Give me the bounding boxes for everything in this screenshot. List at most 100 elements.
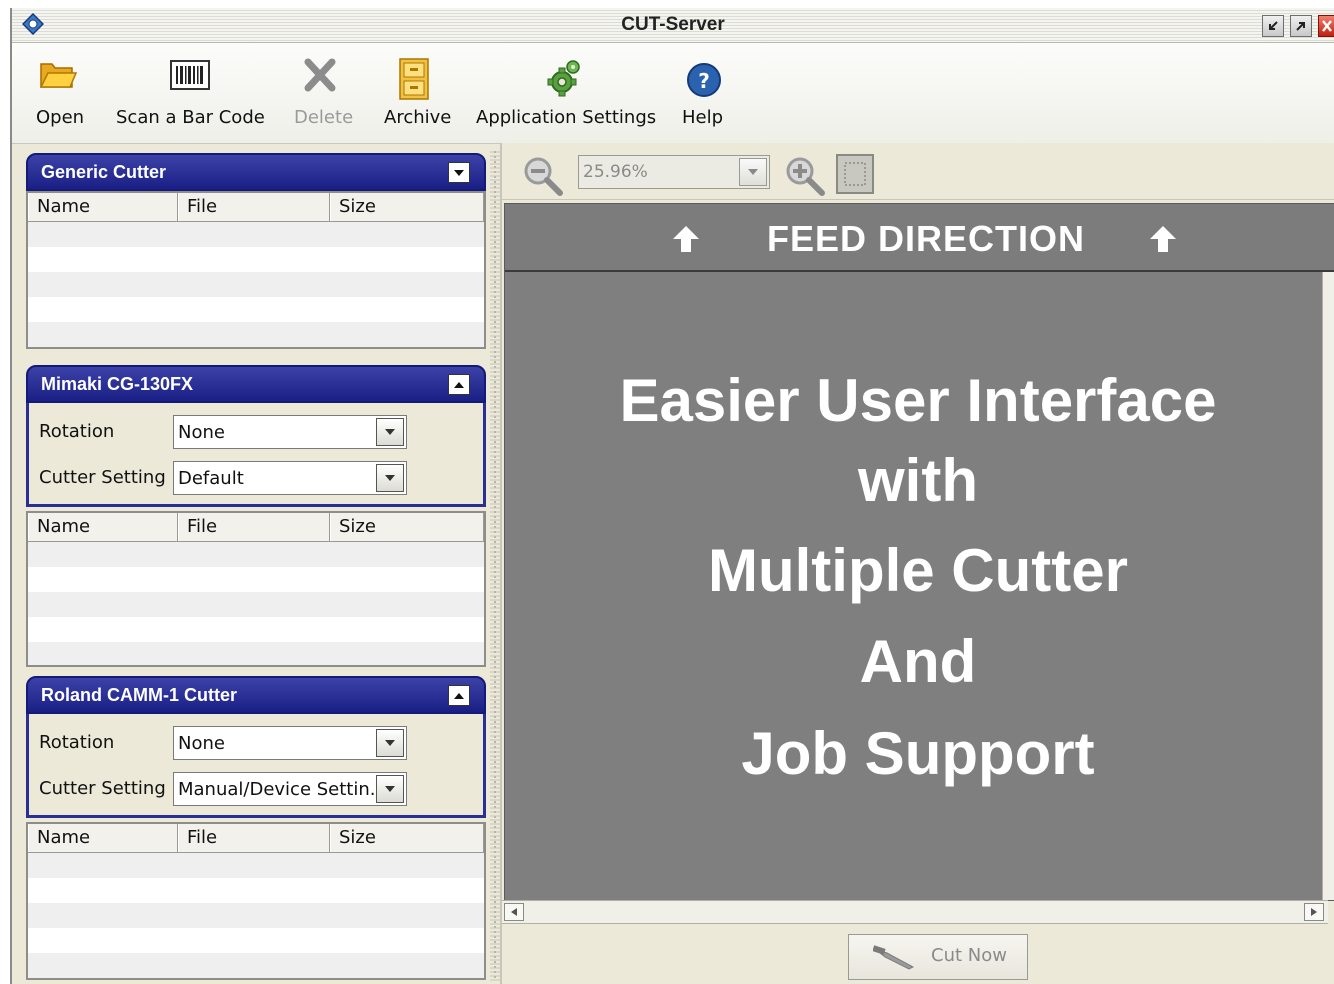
table-row (28, 878, 484, 903)
open-label: Open (36, 107, 85, 128)
table-row (28, 617, 484, 642)
column-header-size[interactable]: Size (330, 193, 484, 221)
open-button[interactable]: Open (26, 43, 96, 143)
rotation-select[interactable]: None (173, 415, 407, 449)
archive-cabinet-icon (392, 58, 436, 100)
chevron-down-icon[interactable] (376, 775, 404, 803)
cut-now-label: Cut Now (931, 945, 1007, 966)
title-bar[interactable]: CUT-Server (12, 8, 1334, 43)
chevron-down-icon (454, 169, 464, 176)
app-window: CUT-Server Open Scan a Bar Code Delete A… (10, 8, 1334, 984)
scroll-left-button[interactable] (504, 903, 524, 921)
headline-line: Easier User Interface (619, 367, 1217, 434)
preview-panel: 25.96% FEED DIRECTION Easier User Interf… (500, 143, 1334, 984)
table-row (28, 322, 484, 347)
cutter-name: Roland CAMM-1 Cutter (41, 685, 237, 705)
chevron-left-icon (511, 908, 517, 916)
column-header-name[interactable]: Name (28, 513, 178, 541)
table-row (28, 642, 484, 665)
vertical-scrollbar[interactable] (1322, 272, 1334, 900)
cut-now-button[interactable]: Cut Now (848, 934, 1028, 980)
fit-page-icon[interactable] (836, 154, 874, 194)
rotation-value: None (178, 422, 225, 443)
chevron-down-icon[interactable] (376, 418, 404, 446)
column-header-file[interactable]: File (178, 193, 330, 221)
help-button[interactable]: ? Help (676, 43, 736, 143)
cutter-setting-row: Cutter Setting Manual/Device Settin... (39, 772, 479, 806)
cutter-header-generic[interactable]: Generic Cutter (26, 153, 486, 191)
zoom-out-icon[interactable] (522, 155, 566, 197)
preview-canvas[interactable]: FEED DIRECTION Easier User Interface wit… (504, 203, 1334, 901)
cutter-blade-icon (873, 945, 915, 970)
collapse-button[interactable] (448, 374, 470, 395)
column-header-size[interactable]: Size (330, 513, 484, 541)
horizontal-scrollbar[interactable] (502, 900, 1328, 924)
cutter-setting-label: Cutter Setting (39, 778, 166, 799)
table-row (28, 297, 484, 322)
column-header-name[interactable]: Name (28, 193, 178, 221)
headline-line: with (858, 447, 978, 514)
window-title: CUT-Server (621, 14, 725, 35)
table-row (28, 903, 484, 928)
maximize-button[interactable] (1290, 15, 1312, 37)
chevron-up-icon (454, 692, 464, 699)
delete-label: Delete (294, 107, 354, 128)
panel-splitter[interactable] (490, 151, 500, 981)
zoom-in-icon[interactable] (784, 155, 828, 197)
arrow-up-icon (1150, 226, 1176, 252)
table-row (28, 567, 484, 592)
svg-text:?: ? (698, 69, 710, 93)
chevron-right-icon (1311, 908, 1317, 916)
headline-line: Job Support (741, 720, 1095, 787)
cutter-list-panel: Generic Cutter Name File Size Mimaki CG-… (26, 151, 488, 981)
chevron-down-icon[interactable] (376, 729, 404, 757)
column-header-name[interactable]: Name (28, 824, 178, 852)
table-row (28, 853, 484, 878)
expand-button[interactable] (448, 162, 470, 183)
help-icon: ? (682, 58, 726, 98)
cutter-setting-row: Cutter Setting Default (39, 461, 479, 495)
table-row (28, 222, 484, 247)
column-header-file[interactable]: File (178, 513, 330, 541)
scan-barcode-button[interactable]: Scan a Bar Code (116, 43, 266, 143)
cutter-name: Generic Cutter (41, 162, 167, 182)
cutter-setting-select[interactable]: Default (173, 461, 407, 495)
table-header: Name File Size (28, 824, 484, 853)
gear-icon (542, 58, 586, 98)
rotation-value: None (178, 733, 225, 754)
feed-direction-label: FEED DIRECTION (767, 218, 1086, 259)
cutter-setting-select[interactable]: Manual/Device Settin... (173, 772, 407, 806)
chevron-down-icon[interactable] (376, 464, 404, 492)
cutter-header-roland[interactable]: Roland CAMM-1 Cutter (26, 676, 486, 714)
minimize-button[interactable] (1262, 15, 1284, 37)
table-row (28, 953, 484, 978)
delete-button[interactable]: Delete (292, 43, 362, 143)
table-row (28, 542, 484, 567)
folder-open-icon (36, 58, 80, 98)
table-row (28, 928, 484, 953)
job-table-mimaki[interactable]: Name File Size (26, 511, 486, 667)
archive-button[interactable]: Archive (380, 43, 460, 143)
cutter-settings-mimaki: Rotation None Cutter Setting Default (26, 403, 486, 507)
cutter-header-mimaki[interactable]: Mimaki CG-130FX (26, 365, 486, 403)
zoom-toolbar: 25.96% (502, 143, 1334, 200)
job-table-generic[interactable]: Name File Size (26, 191, 486, 349)
column-header-file[interactable]: File (178, 824, 330, 852)
column-header-size[interactable]: Size (330, 824, 484, 852)
rotation-select[interactable]: None (173, 726, 407, 760)
table-row (28, 592, 484, 617)
toolbar: Open Scan a Bar Code Delete Archive Appl… (12, 43, 1334, 144)
chevron-up-icon (454, 381, 464, 388)
chevron-down-icon[interactable] (739, 158, 767, 186)
arrow-up-icon (673, 226, 699, 252)
delete-x-icon (298, 58, 342, 98)
close-button[interactable] (1318, 15, 1334, 37)
job-table-roland[interactable]: Name File Size (26, 822, 486, 980)
table-header: Name File Size (28, 513, 484, 542)
scroll-right-button[interactable] (1304, 903, 1324, 921)
collapse-button[interactable] (448, 685, 470, 706)
application-settings-button[interactable]: Application Settings (476, 43, 656, 143)
cutter-setting-value: Default (178, 468, 244, 489)
zoom-select[interactable]: 25.96% (578, 155, 770, 189)
archive-label: Archive (384, 107, 452, 128)
